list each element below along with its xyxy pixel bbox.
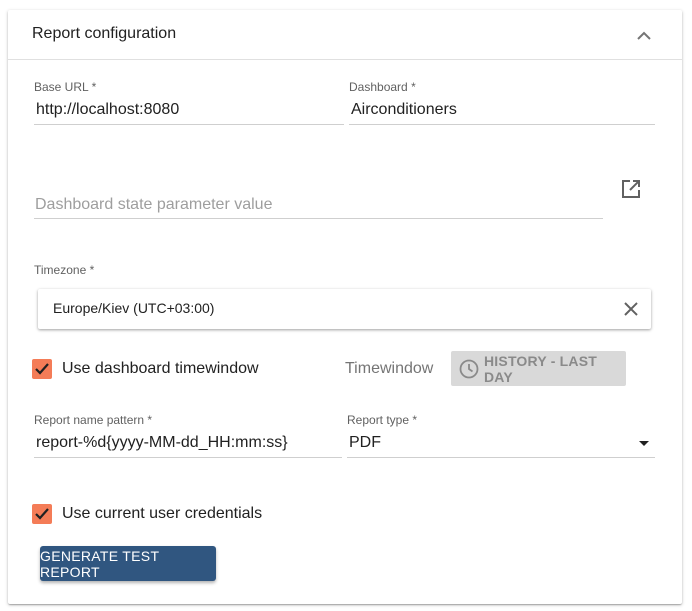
- dashboard-underline: [349, 124, 655, 125]
- dashboard-state-underline: [34, 218, 603, 219]
- base-url-label: Base URL *: [34, 80, 97, 94]
- dashboard-state-field[interactable]: Dashboard state parameter value: [34, 190, 603, 220]
- dashboard-label: Dashboard *: [349, 80, 416, 94]
- report-type-label: Report type *: [347, 413, 418, 427]
- timewindow-button-label: HISTORY - LAST DAY: [484, 352, 597, 385]
- base-url-input[interactable]: http://localhost:8080: [36, 101, 179, 119]
- check-icon: [35, 508, 49, 520]
- dashboard-input[interactable]: Airconditioners: [351, 101, 457, 119]
- chevron-up-icon[interactable]: [632, 23, 656, 47]
- timewindow-button[interactable]: HISTORY - LAST DAY: [451, 351, 626, 386]
- check-icon: [35, 363, 49, 375]
- open-in-new-icon[interactable]: [620, 178, 642, 200]
- report-name-pattern-field[interactable]: Report name pattern * report-%d{yyyy-MM-…: [34, 413, 342, 459]
- dashboard-state-input[interactable]: Dashboard state parameter value: [35, 196, 272, 214]
- base-url-underline: [34, 124, 344, 125]
- dashboard-field[interactable]: Dashboard * Airconditioners: [349, 80, 655, 126]
- panel-header[interactable]: Report configuration: [8, 10, 682, 60]
- report-type-select[interactable]: Report type * PDF: [347, 413, 655, 459]
- base-url-field[interactable]: Base URL * http://localhost:8080: [34, 80, 344, 126]
- timezone-value: Europe/Kiev (UTC+03:00): [53, 300, 215, 316]
- panel-title: Report configuration: [32, 25, 177, 42]
- clock-icon: [459, 359, 479, 379]
- report-type-underline: [347, 457, 655, 458]
- timezone-select[interactable]: Europe/Kiev (UTC+03:00): [38, 289, 651, 329]
- report-type-value: PDF: [349, 434, 381, 451]
- use-current-user-credentials-label[interactable]: Use current user credentials: [62, 505, 262, 523]
- report-name-pattern-label: Report name pattern *: [34, 413, 153, 427]
- timewindow-label: Timewindow: [345, 360, 434, 377]
- timezone-label: Timezone *: [34, 263, 95, 277]
- use-current-user-credentials-checkbox[interactable]: [32, 504, 52, 524]
- generate-test-report-button[interactable]: GENERATE TEST REPORT: [40, 546, 216, 581]
- dropdown-arrow-icon[interactable]: [639, 441, 649, 446]
- report-configuration-panel: Report configuration Base URL * http://l…: [8, 10, 682, 604]
- report-name-pattern-underline: [34, 457, 342, 458]
- close-icon[interactable]: [621, 299, 641, 319]
- use-dashboard-timewindow-checkbox[interactable]: [32, 359, 52, 379]
- use-dashboard-timewindow-label[interactable]: Use dashboard timewindow: [62, 360, 259, 378]
- report-name-pattern-input[interactable]: report-%d{yyyy-MM-dd_HH:mm:ss}: [36, 434, 288, 452]
